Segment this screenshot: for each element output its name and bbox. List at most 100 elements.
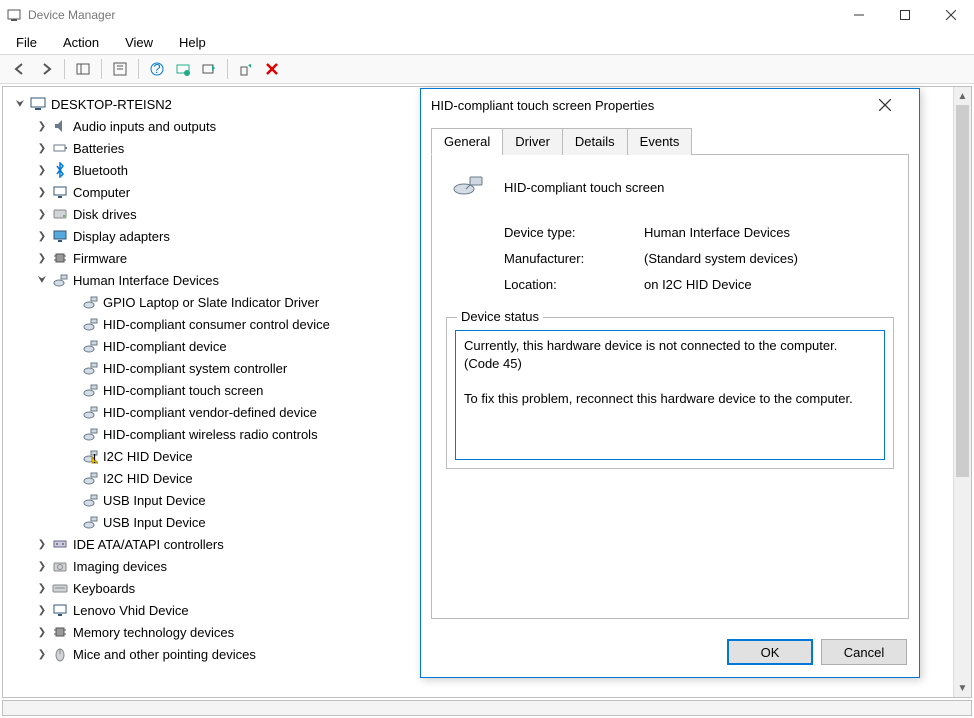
scroll-up-icon[interactable]: ▲	[954, 87, 971, 105]
device-type-label: Device type:	[504, 225, 644, 240]
collapse-icon[interactable]: ⮟	[35, 275, 49, 286]
scan-hardware-button[interactable]	[171, 57, 195, 81]
tree-device-label: I2C HID Device	[103, 449, 193, 464]
expand-icon[interactable]: ❯	[35, 231, 49, 242]
expand-icon[interactable]: ❯	[35, 187, 49, 198]
tab-events[interactable]: Events	[627, 128, 693, 155]
menu-action[interactable]: Action	[57, 33, 105, 52]
tree-category-label: Mice and other pointing devices	[73, 647, 256, 662]
tree-category-label: Lenovo Vhid Device	[73, 603, 189, 618]
tree-device-label: HID-compliant vendor-defined device	[103, 405, 317, 420]
help-button[interactable]: ?	[145, 57, 169, 81]
hid-dev-icon	[81, 294, 99, 310]
tab-content-general: HID-compliant touch screen Device type: …	[431, 155, 909, 619]
show-hide-tree-button[interactable]	[71, 57, 95, 81]
hid-dev-icon	[81, 338, 99, 354]
uninstall-button[interactable]	[234, 57, 258, 81]
display-icon	[51, 228, 69, 244]
expand-icon[interactable]: ❯	[35, 253, 49, 264]
tree-device-label: HID-compliant wireless radio controls	[103, 427, 318, 442]
tree-device-label: GPIO Laptop or Slate Indicator Driver	[103, 295, 319, 310]
device-status-group: Device status Currently, this hardware d…	[446, 317, 894, 469]
expand-icon[interactable]: ❯	[35, 605, 49, 616]
forward-button[interactable]	[34, 57, 58, 81]
hid-dev-icon	[81, 426, 99, 442]
expand-icon[interactable]: ❯	[35, 627, 49, 638]
tree-category-label: Computer	[73, 185, 130, 200]
device-type-value: Human Interface Devices	[644, 225, 790, 240]
expand-icon[interactable]: ❯	[35, 143, 49, 154]
scroll-down-icon[interactable]: ▼	[954, 679, 971, 697]
speaker-icon	[51, 118, 69, 134]
disk-icon	[51, 206, 69, 222]
menubar: File Action View Help	[0, 30, 974, 54]
expand-icon[interactable]: ❯	[35, 583, 49, 594]
dialog-title-text: HID-compliant touch screen Properties	[431, 98, 879, 113]
separator	[138, 59, 139, 79]
scroll-thumb[interactable]	[956, 105, 969, 477]
tree-device-label: USB Input Device	[103, 493, 206, 508]
manufacturer-label: Manufacturer:	[504, 251, 644, 266]
status-line: Currently, this hardware device is not c…	[464, 337, 876, 372]
expand-icon[interactable]: ❯	[35, 121, 49, 132]
tab-general[interactable]: General	[431, 128, 503, 155]
tree-device-label: HID-compliant touch screen	[103, 383, 263, 398]
tree-device-label: HID-compliant consumer control device	[103, 317, 330, 332]
camera-icon	[51, 558, 69, 574]
tree-category-label: IDE ATA/ATAPI controllers	[73, 537, 224, 552]
tree-category-label: Human Interface Devices	[73, 273, 219, 288]
expand-icon[interactable]: ❯	[35, 649, 49, 660]
tree-category-label: Display adapters	[73, 229, 170, 244]
dialog-close-button[interactable]	[879, 99, 909, 111]
bluetooth-icon	[51, 162, 69, 178]
close-button[interactable]	[928, 0, 974, 30]
device-status-textbox[interactable]: Currently, this hardware device is not c…	[455, 330, 885, 460]
menu-view[interactable]: View	[119, 33, 159, 52]
properties-button[interactable]	[108, 57, 132, 81]
location-value: on I2C HID Device	[644, 277, 752, 292]
ok-button[interactable]: OK	[727, 639, 813, 665]
hid-dev-icon	[81, 470, 99, 486]
menu-help[interactable]: Help	[173, 33, 212, 52]
separator	[101, 59, 102, 79]
expand-icon[interactable]: ❯	[35, 561, 49, 572]
mouse-icon	[51, 646, 69, 662]
window-title: Device Manager	[28, 8, 836, 22]
hid-dev-icon	[81, 360, 99, 376]
svg-text:!: !	[93, 451, 97, 464]
separator	[64, 59, 65, 79]
tree-category-label: Bluetooth	[73, 163, 128, 178]
computer-icon	[29, 96, 47, 112]
disable-button[interactable]	[260, 57, 284, 81]
minimize-button[interactable]	[836, 0, 882, 30]
expand-icon[interactable]: ❯	[35, 165, 49, 176]
titlebar: Device Manager	[0, 0, 974, 30]
hid-dev-icon	[81, 316, 99, 332]
expand-icon[interactable]: ❯	[35, 539, 49, 550]
tab-details[interactable]: Details	[562, 128, 628, 155]
status-line: To fix this problem, reconnect this hard…	[464, 390, 876, 408]
cancel-button[interactable]: Cancel	[821, 639, 907, 665]
vertical-scrollbar[interactable]: ▲ ▼	[953, 87, 971, 697]
hid-dev-icon	[81, 382, 99, 398]
hid-dev-icon	[81, 404, 99, 420]
manufacturer-value: (Standard system devices)	[644, 251, 798, 266]
tree-device-label: I2C HID Device	[103, 471, 193, 486]
dialog-titlebar[interactable]: HID-compliant touch screen Properties	[421, 89, 919, 121]
device-name: HID-compliant touch screen	[504, 180, 664, 195]
back-button[interactable]	[8, 57, 32, 81]
monitor-icon	[51, 184, 69, 200]
update-driver-button[interactable]	[197, 57, 221, 81]
menu-file[interactable]: File	[10, 33, 43, 52]
tree-category-label: Audio inputs and outputs	[73, 119, 216, 134]
collapse-icon[interactable]: ⮟	[13, 99, 27, 110]
tab-driver[interactable]: Driver	[502, 128, 563, 155]
hid-dev-icon	[81, 492, 99, 508]
tree-category-label: Disk drives	[73, 207, 137, 222]
maximize-button[interactable]	[882, 0, 928, 30]
expand-icon[interactable]: ❯	[35, 209, 49, 220]
tree-device-label: HID-compliant device	[103, 339, 227, 354]
tree-category-label: Memory technology devices	[73, 625, 234, 640]
status-bar	[2, 700, 972, 716]
properties-dialog: HID-compliant touch screen Properties Ge…	[420, 88, 920, 678]
